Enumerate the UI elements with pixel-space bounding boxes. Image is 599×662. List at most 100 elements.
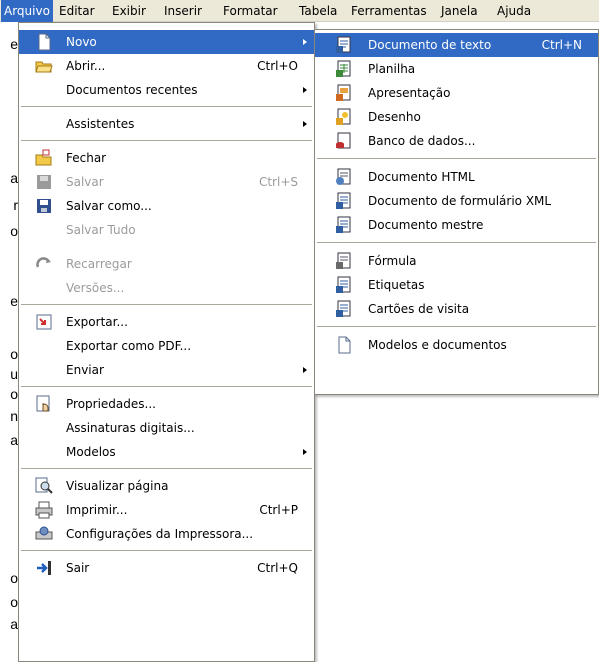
document-text-char: o (10, 570, 18, 586)
menu-editar[interactable]: Editar (56, 0, 98, 22)
formula-icon (336, 252, 351, 269)
menu-tabela[interactable]: Tabela (296, 0, 340, 22)
save-as-icon (37, 199, 51, 213)
close-document-icon (35, 149, 52, 166)
menu-item-exportar[interactable]: Exportar... (19, 310, 314, 334)
menu-item-imprimir[interactable]: Imprimir... Ctrl+P (19, 498, 314, 522)
menu-item-label: Documento de texto (368, 38, 492, 52)
menu-item-sair[interactable]: Sair Ctrl+Q (19, 556, 314, 580)
menu-item-label: Recarregar (66, 257, 132, 271)
menu-inserir[interactable]: Inserir (161, 0, 205, 22)
submenu-item-formula[interactable]: Fórmula (315, 249, 598, 273)
menu-item-label: Modelos (66, 445, 116, 459)
database-icon (336, 132, 351, 149)
menu-ajuda[interactable]: Ajuda (494, 0, 534, 22)
document-text-char: u (10, 366, 18, 382)
reload-icon (36, 257, 51, 268)
menu-item-propriedades[interactable]: Propriedades... (19, 392, 314, 416)
submenu-item-documento-html[interactable]: Documento HTML (315, 165, 598, 189)
menu-item-label: Salvar Tudo (66, 223, 136, 237)
menu-item-versoes[interactable]: Versões... (19, 276, 314, 300)
menu-item-label: Fechar (66, 151, 107, 165)
menu-item-visualizar-pagina[interactable]: Visualizar página (19, 474, 314, 498)
menu-item-label: Configurações da Impressora... (66, 527, 254, 541)
menu-item-assistentes[interactable]: Assistentes (19, 112, 314, 136)
new-document-icon (38, 33, 51, 51)
menu-item-modelos[interactable]: Modelos (19, 440, 314, 464)
html-document-icon (336, 168, 351, 185)
document-text-char: a (10, 170, 18, 186)
menu-item-label: Fórmula (368, 254, 417, 268)
submenu-item-documento-de-texto[interactable]: Documento de texto Ctrl+N (315, 33, 598, 57)
submenu-arrow-icon (303, 87, 307, 93)
document-text-char: o (10, 386, 18, 402)
submenu-item-modelos-e-documentos[interactable]: Modelos e documentos (315, 333, 598, 357)
submenu-item-formulario-xml[interactable]: Documento de formulário XML (315, 189, 598, 213)
document-text-char: r (13, 197, 18, 213)
export-icon (36, 314, 52, 330)
menu-item-abrir[interactable]: Abrir... Ctrl+O (19, 54, 314, 78)
menu-item-label: Salvar (66, 175, 104, 189)
menu-item-recarregar[interactable]: Recarregar (19, 252, 314, 276)
page-preview-icon (35, 477, 53, 494)
menu-item-documentos-recentes[interactable]: Documentos recentes (19, 78, 314, 102)
menu-item-label: Abrir... (66, 59, 106, 73)
menu-formatar[interactable]: Formatar (220, 0, 281, 22)
menu-item-label: Planilha (368, 62, 416, 76)
menu-item-enviar[interactable]: Enviar (19, 358, 314, 382)
spreadsheet-icon (336, 60, 351, 77)
submenu-item-apresentacao[interactable]: Apresentação (315, 81, 598, 105)
menu-janela[interactable]: Janela (438, 0, 481, 22)
labels-icon (336, 276, 351, 293)
submenu-item-banco-de-dados[interactable]: Banco de dados... (315, 129, 598, 153)
xml-form-icon (336, 192, 351, 209)
menu-arquivo[interactable]: Arquivo (1, 0, 53, 22)
submenu-item-desenho[interactable]: Desenho (315, 105, 598, 129)
document-text-char: o (10, 594, 18, 610)
menu-item-label: Novo (66, 35, 97, 49)
submenu-item-planilha[interactable]: Planilha (315, 57, 598, 81)
menu-item-label: Documento HTML (368, 170, 475, 184)
menu-item-label: Exportar... (66, 315, 128, 329)
menu-separator (21, 550, 312, 552)
menu-separator (21, 386, 312, 388)
shortcut-label: Ctrl+P (259, 503, 298, 517)
menu-item-exportar-pdf[interactable]: Exportar como PDF... (19, 334, 314, 358)
menu-ferramentas[interactable]: Ferramentas (348, 0, 430, 22)
shortcut-label: Ctrl+S (258, 175, 298, 189)
submenu-item-cartoes-de-visita[interactable]: Cartões de visita (315, 297, 598, 321)
menu-separator (317, 242, 596, 244)
menu-item-label: Banco de dados... (368, 134, 476, 148)
menu-item-salvar-como[interactable]: Salvar como... (19, 194, 314, 218)
document-text-char: n (10, 408, 18, 424)
menu-separator (317, 158, 596, 160)
business-cards-icon (336, 300, 351, 317)
menu-item-label: Assinaturas digitais... (66, 421, 195, 435)
menu-separator (21, 140, 312, 142)
text-document-icon (336, 36, 351, 53)
open-folder-icon (35, 61, 53, 73)
save-icon (37, 175, 51, 189)
document-text-char: o (10, 223, 18, 239)
menu-bar: Arquivo Editar Exibir Inserir Formatar T… (0, 0, 599, 22)
menu-item-fechar[interactable]: Fechar (19, 146, 314, 170)
printer-settings-icon (35, 526, 53, 540)
submenu-arrow-icon (303, 121, 307, 127)
menu-exibir[interactable]: Exibir (109, 0, 149, 22)
menu-item-configuracoes-impressora[interactable]: Configurações da Impressora... (19, 522, 314, 546)
submenu-arrow-icon (303, 367, 307, 373)
submenu-item-etiquetas[interactable]: Etiquetas (315, 273, 598, 297)
menu-item-salvar-tudo[interactable]: Salvar Tudo (19, 218, 314, 242)
menu-item-novo[interactable]: Novo (19, 30, 314, 54)
menu-item-assinaturas-digitais[interactable]: Assinaturas digitais... (19, 416, 314, 440)
menu-separator (317, 326, 596, 328)
menu-item-label: Documento de formulário XML (368, 194, 552, 208)
menu-item-label: Sair (66, 561, 90, 575)
menu-item-label: Imprimir... (66, 503, 128, 517)
properties-icon (36, 395, 50, 412)
menu-item-label: Exportar como PDF... (66, 339, 192, 353)
file-menu: Novo Abrir... Ctrl+O Documentos recentes… (18, 22, 315, 662)
drawing-icon (336, 108, 351, 125)
submenu-item-documento-mestre[interactable]: Documento mestre (315, 213, 598, 237)
menu-item-salvar[interactable]: Salvar Ctrl+S (19, 170, 314, 194)
